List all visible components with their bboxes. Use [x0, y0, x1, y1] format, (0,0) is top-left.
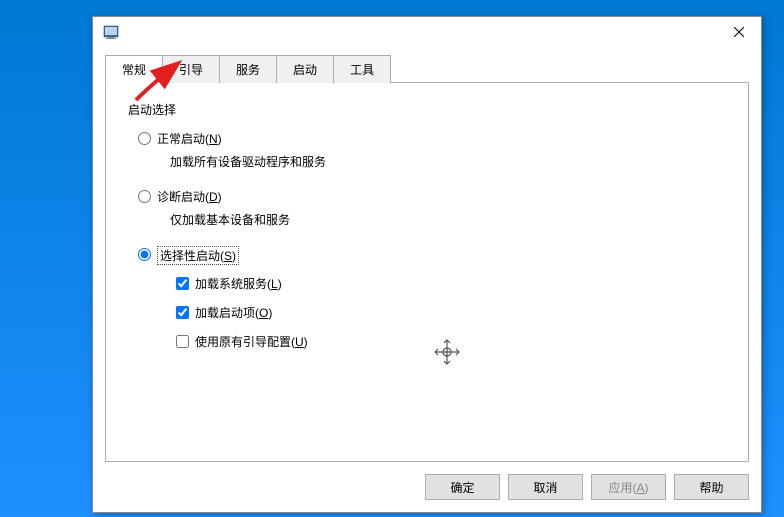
- radio-normal-input[interactable]: [138, 132, 151, 145]
- check-original-boot-input[interactable]: [176, 335, 189, 348]
- cancel-button[interactable]: 取消: [508, 474, 583, 500]
- dialog-button-row: 确定 取消 应用(A) 帮助: [93, 474, 761, 510]
- tab-general[interactable]: 常规: [105, 55, 163, 84]
- radio-selective-input[interactable]: [138, 248, 151, 261]
- group-label-startup-selection: 启动选择: [128, 101, 726, 118]
- tab-services[interactable]: 服务: [219, 55, 277, 83]
- radio-diagnostic-startup[interactable]: 诊断启动(D): [138, 188, 726, 205]
- check-load-startup-input[interactable]: [176, 306, 189, 319]
- msconfig-dialog: 常规 引导 服务 启动 工具 启动选择 正常启动(N) 加载所有设备驱动程序和服…: [92, 16, 762, 513]
- check-load-services-input[interactable]: [176, 277, 189, 290]
- check-load-services[interactable]: 加载系统服务(L): [176, 275, 726, 292]
- tab-boot[interactable]: 引导: [162, 55, 220, 83]
- tab-startup[interactable]: 启动: [276, 55, 334, 83]
- ok-button[interactable]: 确定: [425, 474, 500, 500]
- startup-radio-group: 正常启动(N) 加载所有设备驱动程序和服务 诊断启动(D) 仅加载基本设备和服务…: [138, 130, 726, 350]
- radio-diagnostic-desc: 仅加载基本设备和服务: [170, 211, 726, 228]
- check-original-boot[interactable]: 使用原有引导配置(U): [176, 333, 726, 350]
- radio-normal-desc: 加载所有设备驱动程序和服务: [170, 153, 726, 170]
- check-load-startup-label: 加载启动项(O): [195, 304, 272, 321]
- check-load-startup[interactable]: 加载启动项(O): [176, 304, 726, 321]
- titlebar: [93, 17, 761, 47]
- tab-content-general: 启动选择 正常启动(N) 加载所有设备驱动程序和服务 诊断启动(D) 仅加载基本…: [105, 82, 749, 462]
- radio-normal-label: 正常启动(N): [157, 130, 222, 147]
- radio-diagnostic-label: 诊断启动(D): [157, 188, 222, 205]
- close-button[interactable]: [716, 17, 761, 47]
- check-original-boot-label: 使用原有引导配置(U): [195, 333, 308, 350]
- radio-selective-label: 选择性启动(S): [157, 246, 239, 265]
- radio-selective-startup[interactable]: 选择性启动(S): [138, 246, 726, 265]
- help-button[interactable]: 帮助: [674, 474, 749, 500]
- radio-normal-startup[interactable]: 正常启动(N): [138, 130, 726, 147]
- apply-button: 应用(A): [591, 474, 666, 500]
- tab-tools[interactable]: 工具: [333, 55, 391, 83]
- tab-strip: 常规 引导 服务 启动 工具: [105, 55, 761, 83]
- radio-diagnostic-input[interactable]: [138, 190, 151, 203]
- check-load-services-label: 加载系统服务(L): [195, 275, 282, 292]
- app-icon: [103, 24, 119, 40]
- selective-check-group: 加载系统服务(L) 加载启动项(O) 使用原有引导配置(U): [176, 275, 726, 350]
